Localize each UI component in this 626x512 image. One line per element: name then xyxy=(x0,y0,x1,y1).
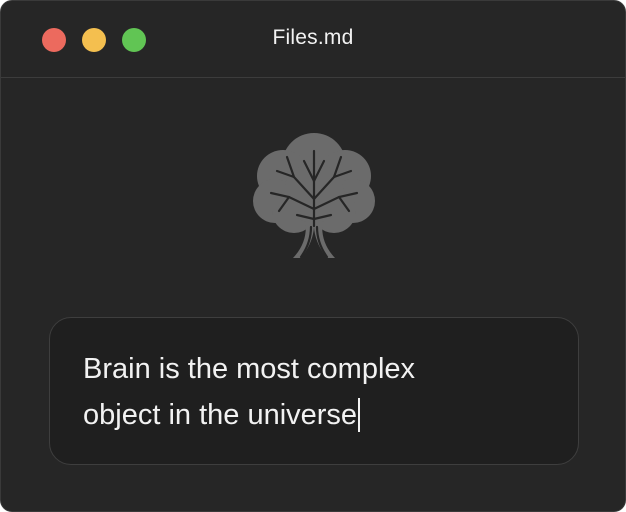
window-title: Files.md xyxy=(272,26,354,49)
tree-icon xyxy=(253,133,375,259)
note-editor[interactable]: Brain is the most complex object in the … xyxy=(49,317,579,465)
app-window: Files.md Brain is the most complex objec… xyxy=(0,0,626,512)
text-caret xyxy=(358,398,361,432)
title-bar[interactable]: Files.md xyxy=(1,1,625,78)
note-text[interactable]: Brain is the most complex object in the … xyxy=(83,353,415,431)
